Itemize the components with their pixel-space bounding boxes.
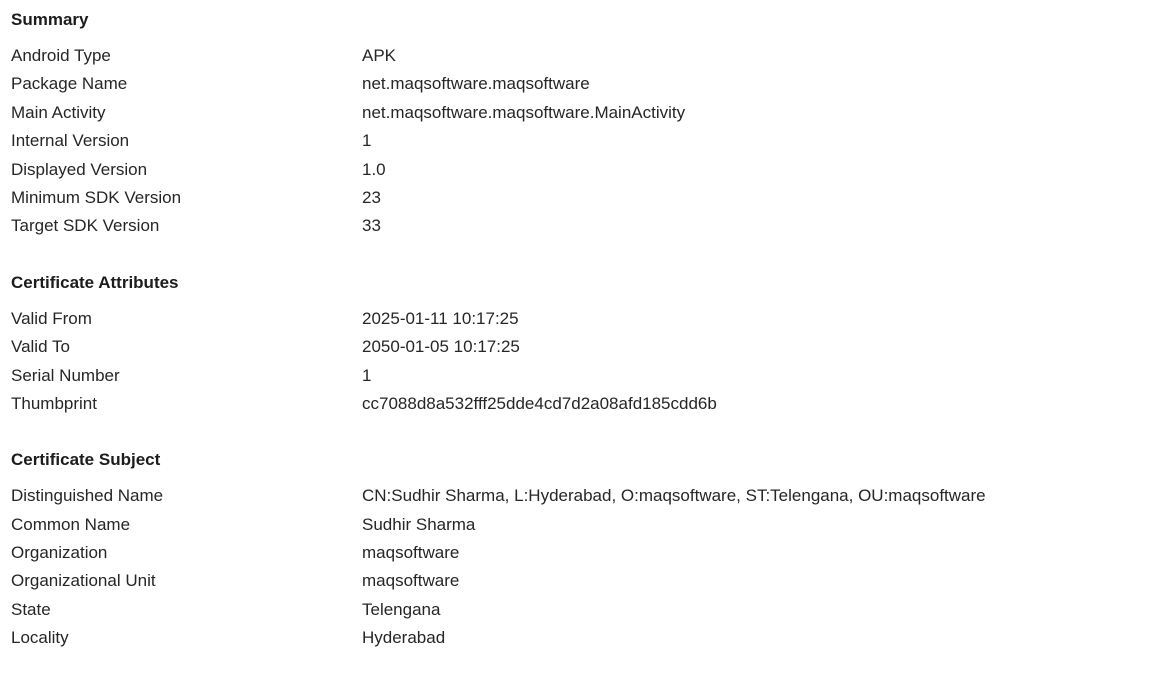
- subject-row-organizational-unit: Organizational Unit maqsoftware: [11, 567, 1153, 595]
- cert-row-thumbprint: Thumbprint cc7088d8a532fff25dde4cd7d2a08…: [11, 390, 1153, 418]
- row-value: 2025-01-11 10:17:25: [362, 308, 519, 328]
- subject-row-distinguished-name: Distinguished Name CN:Sudhir Sharma, L:H…: [11, 482, 1153, 510]
- row-value: 33: [362, 216, 381, 236]
- row-value: maqsoftware: [362, 543, 460, 563]
- summary-row-android-type: Android Type APK: [11, 42, 1153, 70]
- certificate-subject-section: Certificate Subject Distinguished Name C…: [11, 448, 1153, 652]
- row-value: Telengana: [362, 599, 441, 619]
- cert-row-valid-to: Valid To 2050-01-05 10:17:25: [11, 333, 1153, 361]
- certificate-attributes-rows: Valid From 2025-01-11 10:17:25 Valid To …: [11, 305, 1153, 419]
- certificate-attributes-title: Certificate Attributes: [11, 272, 179, 292]
- row-value: 1: [362, 365, 372, 385]
- subject-row-locality: Locality Hyderabad: [11, 624, 1153, 652]
- row-label: Thumbprint: [11, 393, 97, 413]
- row-label: Target SDK Version: [11, 216, 160, 236]
- row-label: Organizational Unit: [11, 571, 156, 591]
- row-label: Locality: [11, 628, 69, 648]
- row-label: Organization: [11, 543, 108, 563]
- report-page: Summary Android Type APK Package Name ne…: [0, 0, 1153, 691]
- summary-row-package-name: Package Name net.maqsoftware.maqsoftware: [11, 70, 1153, 98]
- row-value: maqsoftware: [362, 571, 460, 591]
- subject-row-state: State Telengana: [11, 596, 1153, 624]
- summary-row-main-activity: Main Activity net.maqsoftware.maqsoftwar…: [11, 99, 1153, 127]
- row-label: Internal Version: [11, 131, 130, 151]
- summary-row-min-sdk: Minimum SDK Version 23: [11, 184, 1153, 212]
- row-value: 1: [362, 131, 372, 151]
- row-value: Hyderabad: [362, 628, 446, 648]
- cert-row-serial-number: Serial Number 1: [11, 362, 1153, 390]
- cert-row-valid-from: Valid From 2025-01-11 10:17:25: [11, 305, 1153, 333]
- summary-row-displayed-version: Displayed Version 1.0: [11, 156, 1153, 184]
- row-value: 1.0: [362, 159, 386, 179]
- row-label: Minimum SDK Version: [11, 187, 182, 207]
- row-value: 2050-01-05 10:17:25: [362, 337, 520, 357]
- summary-row-target-sdk: Target SDK Version 33: [11, 212, 1153, 240]
- row-label: State: [11, 599, 51, 619]
- row-value: 23: [362, 187, 381, 207]
- row-label: Valid To: [11, 337, 70, 357]
- row-label: Main Activity: [11, 102, 106, 122]
- row-value: cc7088d8a532fff25dde4cd7d2a08afd185cdd6b: [362, 393, 717, 413]
- row-label: Valid From: [11, 308, 92, 328]
- summary-title: Summary: [11, 10, 89, 29]
- row-value: net.maqsoftware.maqsoftware: [362, 74, 590, 94]
- certificate-subject-rows: Distinguished Name CN:Sudhir Sharma, L:H…: [11, 482, 1153, 652]
- subject-row-organization: Organization maqsoftware: [11, 539, 1153, 567]
- row-label: Package Name: [11, 74, 128, 94]
- subject-row-common-name: Common Name Sudhir Sharma: [11, 511, 1153, 539]
- summary-section: Summary Android Type APK Package Name ne…: [11, 8, 1153, 241]
- summary-rows: Android Type APK Package Name net.maqsof…: [11, 42, 1153, 241]
- row-value: net.maqsoftware.maqsoftware.MainActivity: [362, 102, 686, 122]
- summary-row-internal-version: Internal Version 1: [11, 127, 1153, 155]
- row-label: Displayed Version: [11, 159, 148, 179]
- certificate-subject-title: Certificate Subject: [11, 450, 161, 470]
- certificate-attributes-section: Certificate Attributes Valid From 2025-0…: [11, 271, 1153, 419]
- row-value: APK: [362, 46, 397, 65]
- row-value: Sudhir Sharma: [362, 514, 476, 534]
- row-value: CN:Sudhir Sharma, L:Hyderabad, O:maqsoft…: [362, 486, 986, 506]
- row-label: Android Type: [11, 46, 111, 65]
- row-label: Serial Number: [11, 365, 120, 385]
- row-label: Common Name: [11, 514, 131, 534]
- row-label: Distinguished Name: [11, 486, 164, 506]
